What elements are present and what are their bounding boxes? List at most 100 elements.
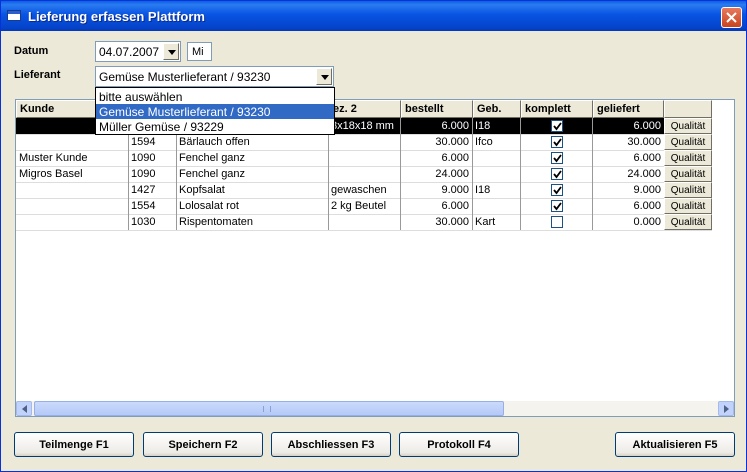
title-bar[interactable]: Lieferung erfassen Plattform <box>1 1 746 31</box>
cell-kunde[interactable] <box>16 198 128 214</box>
cell-nr[interactable]: 1030 <box>128 214 176 230</box>
cell-geliefert[interactable]: 6.000 <box>592 118 664 134</box>
cell-artikel[interactable]: Kopfsalat <box>176 182 328 198</box>
cell-geb[interactable]: Ifco <box>472 134 520 150</box>
col-header-bez2[interactable]: ez. 2 <box>329 100 401 118</box>
dropdown-option[interactable]: bitte auswählen <box>96 89 334 104</box>
qualitaet-button[interactable]: Qualität <box>664 198 712 214</box>
cell-bez2[interactable]: gewaschen <box>328 182 400 198</box>
protokoll-button[interactable]: Protokoll F4 <box>399 432 519 457</box>
scroll-left-button[interactable] <box>16 401 32 416</box>
cell-bestellt[interactable]: 24.000 <box>400 166 472 182</box>
datum-combo[interactable]: 04.07.2007 <box>95 41 181 62</box>
cell-geliefert[interactable]: 30.000 <box>592 134 664 150</box>
qualitaet-button[interactable]: Qualität <box>664 118 712 134</box>
cell-nr[interactable]: 1090 <box>128 166 176 182</box>
grid-divider <box>400 118 401 230</box>
cell-artikel[interactable]: Fenchel ganz <box>176 166 328 182</box>
cell-nr[interactable]: 1594 <box>128 134 176 150</box>
komplett-checkbox[interactable] <box>551 168 563 180</box>
cell-kunde[interactable] <box>16 182 128 198</box>
qualitaet-button[interactable]: Qualität <box>664 182 712 198</box>
lieferant-dropdown-list[interactable]: bitte auswählen Gemüse Musterlieferant /… <box>95 87 335 135</box>
lieferant-combo[interactable]: Gemüse Musterlieferant / 93230 <box>95 66 334 87</box>
table-row[interactable]: Muster Kunde 1090 Fenchel ganz 6.000 6.000 Qu… <box>16 150 712 166</box>
table-row[interactable]: Migros Basel 1090 Fenchel ganz 24.000 24.000… <box>16 166 712 182</box>
teilmenge-button[interactable]: Teilmenge F1 <box>14 432 134 457</box>
lieferant-label: Lieferant <box>14 69 61 81</box>
cell-bestellt[interactable]: 6.000 <box>400 198 472 214</box>
lieferant-dropdown-button[interactable] <box>316 68 332 85</box>
cell-artikel[interactable]: Rispentomaten <box>176 214 328 230</box>
horizontal-scrollbar[interactable] <box>16 401 734 416</box>
cell-bestellt[interactable]: 30.000 <box>400 214 472 230</box>
komplett-checkbox[interactable] <box>551 136 563 148</box>
cell-bestellt[interactable]: 6.000 <box>400 118 472 134</box>
dropdown-option-selected[interactable]: Gemüse Musterlieferant / 93230 <box>96 104 334 119</box>
table-row[interactable]: 1554 Lolosalat rot 2 kg Beutel 6.000 6.000 Qu… <box>16 198 712 214</box>
cell-bestellt[interactable]: 30.000 <box>400 134 472 150</box>
qualitaet-button[interactable]: Qualität <box>664 134 712 150</box>
cell-geliefert[interactable]: 6.000 <box>592 150 664 166</box>
col-header-bestellt[interactable]: bestellt <box>401 100 473 118</box>
cell-bez2[interactable] <box>328 166 400 182</box>
cell-kunde[interactable]: Muster Kunde <box>16 150 128 166</box>
cell-nr[interactable]: 1090 <box>128 150 176 166</box>
cell-geb[interactable]: I18 <box>472 182 520 198</box>
cell-geliefert[interactable]: 0.000 <box>592 214 664 230</box>
cell-bestellt[interactable]: 6.000 <box>400 150 472 166</box>
cell-artikel[interactable]: Bärlauch offen <box>176 134 328 150</box>
cell-artikel[interactable]: Lolosalat rot <box>176 198 328 214</box>
col-header-geliefert[interactable]: geliefert <box>593 100 664 118</box>
komplett-checkbox[interactable] <box>551 184 563 196</box>
grip-icon <box>263 406 271 412</box>
qualitaet-button[interactable]: Qualität <box>664 214 712 230</box>
cell-bez2[interactable]: 8x18x18 mm <box>328 118 400 134</box>
speichern-button[interactable]: Speichern F2 <box>143 432 263 457</box>
chevron-right-icon <box>724 405 729 413</box>
komplett-checkbox[interactable] <box>551 120 563 132</box>
komplett-checkbox[interactable] <box>551 200 563 212</box>
col-header-komplett[interactable]: komplett <box>521 100 593 118</box>
row-divider <box>16 230 712 231</box>
qualitaet-button[interactable]: Qualität <box>664 150 712 166</box>
datum-dropdown-button[interactable] <box>163 43 179 60</box>
cell-geb[interactable]: Kart <box>472 214 520 230</box>
cell-geb[interactable] <box>472 198 520 214</box>
col-header-geb[interactable]: Geb. <box>473 100 521 118</box>
table-row[interactable]: 1427 Kopfsalat gewaschen 9.000 I18 9.000 Quali… <box>16 182 712 198</box>
window-icon <box>7 10 21 21</box>
scroll-thumb[interactable] <box>34 401 504 416</box>
cell-bez2[interactable]: 2 kg Beutel <box>328 198 400 214</box>
cell-geb[interactable] <box>472 166 520 182</box>
table-row[interactable]: 1030 Rispentomaten 30.000 Kart 0.000 Qualität <box>16 214 712 230</box>
cell-kunde[interactable] <box>16 214 128 230</box>
cell-artikel[interactable]: Fenchel ganz <box>176 150 328 166</box>
komplett-checkbox[interactable] <box>551 152 563 164</box>
dropdown-option[interactable]: Müller Gemüse / 93229 <box>96 119 334 134</box>
table-row[interactable]: 1594 Bärlauch offen 30.000 Ifco 30.000 Qualit… <box>16 134 712 150</box>
col-header-qualitaet[interactable] <box>664 100 712 118</box>
cell-bez2[interactable] <box>328 214 400 230</box>
aktualisieren-button[interactable]: Aktualisieren F5 <box>615 432 735 457</box>
cell-geb[interactable]: I18 <box>472 118 520 134</box>
abschliessen-button[interactable]: Abschliessen F3 <box>271 432 391 457</box>
cell-geliefert[interactable]: 6.000 <box>592 198 664 214</box>
cell-kunde[interactable] <box>16 134 128 150</box>
komplett-checkbox[interactable] <box>551 216 563 228</box>
cell-bez2[interactable] <box>328 134 400 150</box>
cell-geliefert[interactable]: 9.000 <box>592 182 664 198</box>
checkmark-icon <box>553 202 562 211</box>
grid-divider <box>472 118 473 230</box>
delivery-grid[interactable]: Kunde ez. 2 bestellt Geb. komplett gelie… <box>15 99 735 417</box>
qualitaet-button[interactable]: Qualität <box>664 166 712 182</box>
close-button[interactable] <box>721 7 742 28</box>
cell-nr[interactable]: 1554 <box>128 198 176 214</box>
cell-geliefert[interactable]: 24.000 <box>592 166 664 182</box>
scroll-right-button[interactable] <box>718 401 734 416</box>
cell-bez2[interactable] <box>328 150 400 166</box>
cell-nr[interactable]: 1427 <box>128 182 176 198</box>
cell-geb[interactable] <box>472 150 520 166</box>
cell-kunde[interactable]: Migros Basel <box>16 166 128 182</box>
cell-bestellt[interactable]: 9.000 <box>400 182 472 198</box>
